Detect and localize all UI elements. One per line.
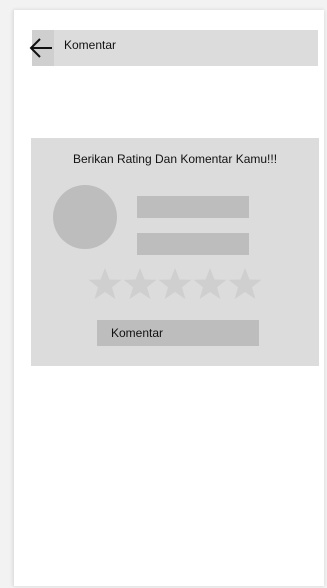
detail-placeholder [137,233,249,255]
back-button[interactable] [29,30,54,66]
rating-card: Berikan Rating Dan Komentar Kamu!!! Kome… [31,138,319,366]
star-icon[interactable] [122,266,158,302]
star-icon[interactable] [192,266,228,302]
arrow-left-icon [29,38,52,58]
rating-prompt: Berikan Rating Dan Komentar Kamu!!! [72,152,278,166]
page-title: Komentar [64,38,117,52]
star-icon[interactable] [157,266,193,302]
star-icon[interactable] [87,266,123,302]
comment-button-label: Komentar [111,326,164,340]
name-placeholder [137,196,249,218]
star-rating [87,266,263,306]
star-icon[interactable] [227,266,263,302]
app-header: Komentar [29,30,318,66]
phone-screen: Komentar Berikan Rating Dan Komentar Kam… [13,10,324,586]
comment-button[interactable]: Komentar [97,320,259,346]
avatar-placeholder [53,185,117,249]
